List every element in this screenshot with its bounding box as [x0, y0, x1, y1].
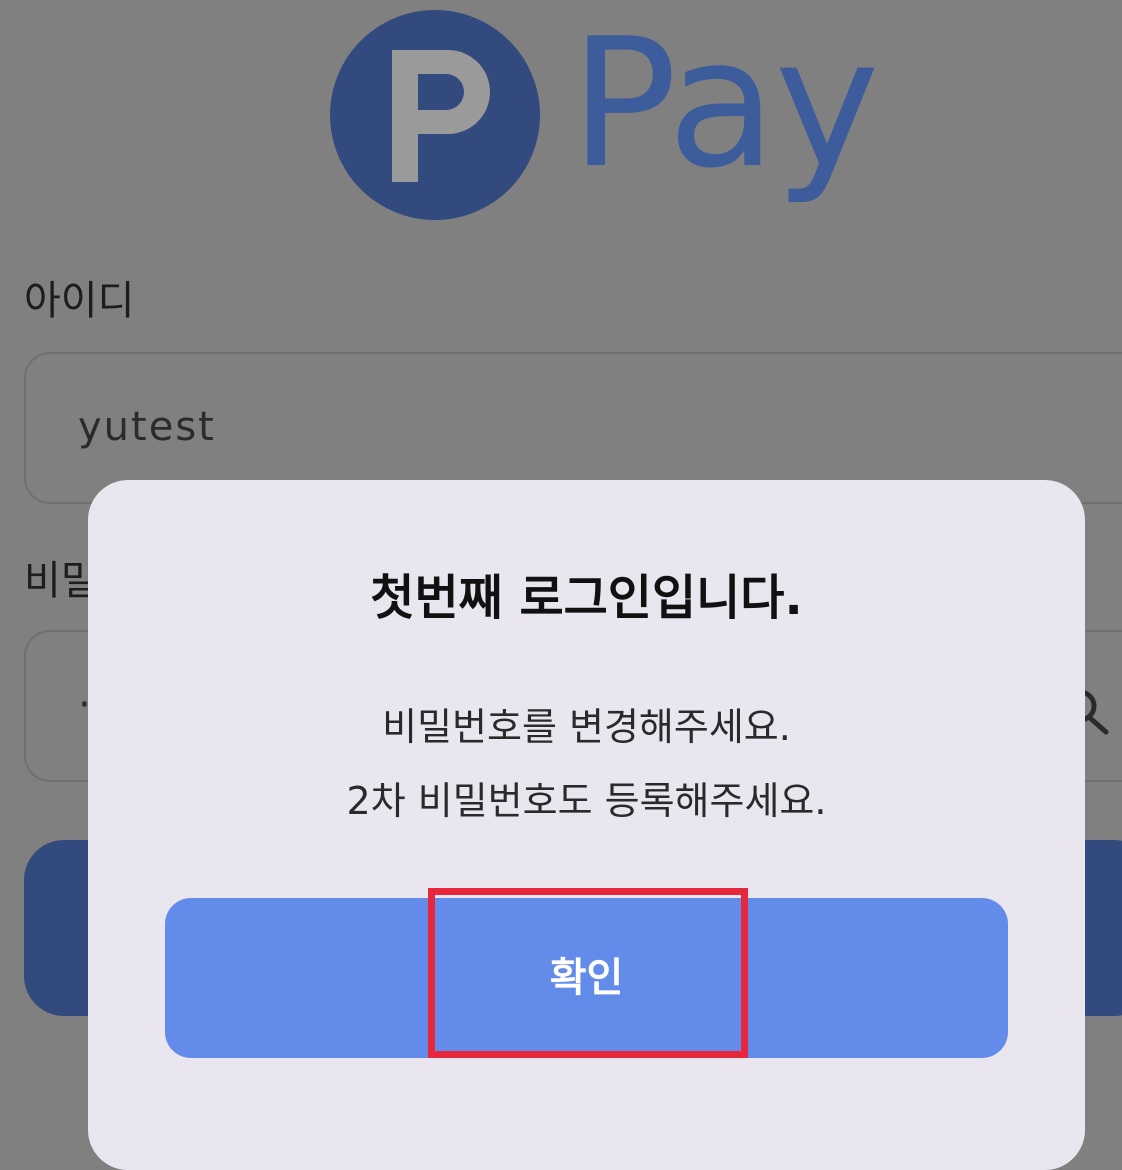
ppay-logo: Pay	[330, 4, 880, 230]
dialog-message-line-1: 비밀번호를 변경해주세요.	[382, 705, 791, 749]
dialog-message-line-2: 2차 비밀번호도 등록해주세요.	[346, 779, 827, 823]
highlight-box	[428, 888, 748, 1058]
dialog-message: 비밀번호를 변경해주세요. 2차 비밀번호도 등록해주세요.	[88, 690, 1085, 838]
password-label: 비밀	[24, 558, 98, 604]
dialog-title: 첫번째 로그인입니다.	[370, 570, 803, 626]
id-label: 아이디	[24, 278, 135, 324]
logo-p-icon	[392, 50, 490, 182]
logo-wordmark: Pay	[570, 0, 880, 207]
id-input-value: yutest	[78, 404, 216, 450]
first-login-dialog: 첫번째 로그인입니다. 비밀번호를 변경해주세요. 2차 비밀번호도 등록해주세…	[88, 480, 1085, 1170]
logo-circle	[330, 10, 540, 220]
